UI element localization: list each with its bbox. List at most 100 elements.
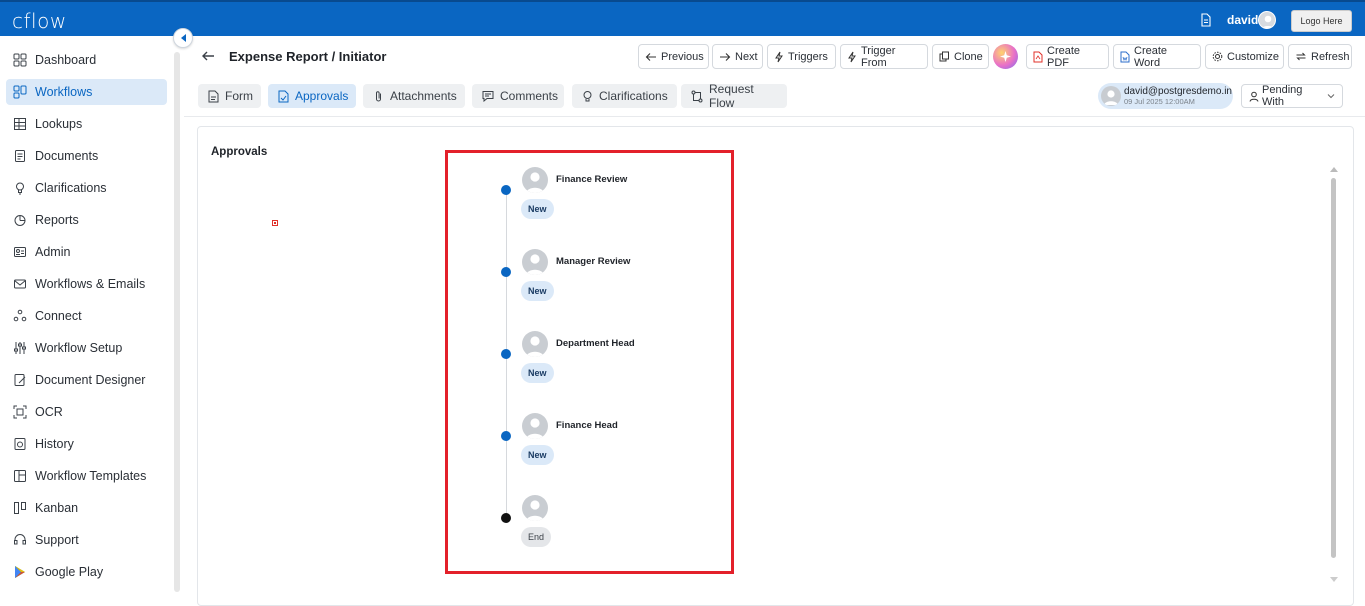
previous-label: Previous (661, 50, 704, 63)
triggers-button[interactable]: Triggers (767, 44, 836, 69)
sidebar-item-history[interactable]: History (6, 431, 167, 457)
create-word-label: Create Word (1134, 44, 1168, 69)
sidebar-item-workflow-templates[interactable]: Workflow Templates (6, 463, 167, 489)
content-panel (197, 126, 1354, 606)
sidebar-item-label: Document Designer (35, 373, 146, 387)
scroll-up-arrow-icon[interactable] (1330, 166, 1338, 172)
sidebar-scrollbar[interactable] (174, 52, 180, 592)
sidebar-item-workflow-setup[interactable]: Workflow Setup (6, 335, 167, 361)
user-name[interactable]: david (1227, 13, 1258, 27)
highlight-box (445, 150, 734, 574)
sidebar-item-label: Documents (35, 149, 99, 163)
person-icon (1249, 91, 1259, 102)
gear-icon (1212, 51, 1223, 62)
assignee-email: david@postgresdemo.in (1124, 86, 1232, 97)
tab-label: Attachments (390, 89, 457, 103)
lightning-icon (774, 51, 784, 63)
sidebar-item-label: Lookups (35, 117, 83, 131)
clone-button[interactable]: Clone (932, 44, 989, 69)
tab-approvals[interactable]: Approvals (268, 84, 356, 108)
sidebar-item-documents[interactable]: Documents (6, 143, 167, 169)
sidebar-item-ocr[interactable]: OCR (6, 399, 167, 425)
ai-assistant-icon[interactable] (993, 44, 1018, 69)
pending-with-dropdown[interactable]: Pending With (1241, 84, 1343, 108)
broken-image-icon (272, 220, 278, 226)
refresh-button[interactable]: Refresh (1288, 44, 1352, 69)
sidebar-item-document-designer[interactable]: Document Designer (6, 367, 167, 393)
logo-here-button[interactable]: Logo Here (1291, 10, 1352, 32)
app-logo[interactable]: cflow (12, 9, 67, 33)
form-icon (208, 90, 219, 103)
word-icon (1120, 51, 1130, 63)
templates-icon (12, 468, 28, 484)
trigger-from-label: Trigger From (861, 44, 896, 69)
trigger-from-button[interactable]: Trigger From (840, 44, 928, 69)
sidebar-collapse-button[interactable] (173, 28, 193, 48)
sidebar-item-admin[interactable]: Admin (6, 239, 167, 265)
bulb-icon (12, 180, 28, 196)
tab-label: Request Flow (709, 82, 754, 110)
connect-icon (12, 308, 28, 324)
sidebar-item-google-play[interactable]: Google Play (6, 559, 167, 585)
history-icon (12, 436, 28, 452)
sidebar-item-lookups[interactable]: Lookups (6, 111, 167, 137)
sidebar-item-support[interactable]: Support (6, 527, 167, 553)
next-button[interactable]: Next (712, 44, 763, 69)
sidebar-item-label: Support (35, 533, 79, 547)
sliders-icon (12, 340, 28, 356)
tab-label: Clarifications (599, 89, 668, 103)
google-play-icon (12, 564, 28, 580)
back-arrow-icon[interactable] (200, 48, 216, 64)
page-title: Expense Report / Initiator (229, 49, 387, 64)
sidebar-item-reports[interactable]: Reports (6, 207, 167, 233)
sidebar-item-connect[interactable]: Connect (6, 303, 167, 329)
comment-icon (482, 90, 494, 102)
headset-icon (12, 532, 28, 548)
sidebar-item-dashboard[interactable]: Dashboard (6, 47, 167, 73)
sidebar-item-kanban[interactable]: Kanban (6, 495, 167, 521)
paperclip-icon (373, 90, 384, 103)
customize-label: Customize (1227, 50, 1279, 63)
sidebar-item-label: Clarifications (35, 181, 107, 195)
customize-button[interactable]: Customize (1205, 44, 1284, 69)
assignee-pill[interactable]: david@postgresdemo.in 09 Jul 2025 12:00A… (1098, 83, 1233, 109)
pie-chart-icon (12, 212, 28, 228)
sidebar-item-label: Dashboard (35, 53, 97, 67)
tab-comments[interactable]: Comments (472, 84, 564, 108)
sidebar-item-label: Google Play (35, 565, 104, 579)
sidebar-item-workflows[interactable]: Workflows (6, 79, 167, 105)
dashboard-icon (12, 52, 28, 68)
sidebar-item-workflows-emails[interactable]: Workflows & Emails (6, 271, 167, 297)
sidebar-item-label: Workflow Templates (35, 469, 147, 483)
arrow-right-icon (719, 52, 731, 62)
content-scrollbar[interactable] (1331, 178, 1336, 558)
lightning-icon (847, 51, 857, 63)
tab-label: Approvals (295, 89, 349, 103)
sidebar-item-clarifications[interactable]: Clarifications (6, 175, 167, 201)
admin-icon (12, 244, 28, 260)
document-icon[interactable] (1200, 13, 1212, 27)
chevron-down-icon (1327, 93, 1335, 99)
tab-form[interactable]: Form (198, 84, 261, 108)
next-label: Next (735, 50, 758, 63)
designer-icon (12, 372, 28, 388)
scroll-down-arrow-icon[interactable] (1330, 577, 1338, 583)
top-bar: cflow david Logo Here (0, 0, 1365, 36)
tab-clarifications[interactable]: Clarifications (572, 84, 677, 108)
refresh-icon (1295, 51, 1307, 62)
tabs-divider (184, 116, 1365, 117)
sidebar-item-label: Reports (35, 213, 79, 227)
tab-request-flow[interactable]: Request Flow (681, 82, 787, 110)
sidebar-item-label: OCR (35, 405, 63, 419)
create-pdf-button[interactable]: Create PDF (1026, 44, 1109, 69)
approvals-heading: Approvals (211, 146, 268, 158)
previous-button[interactable]: Previous (638, 44, 709, 69)
arrow-left-icon (645, 52, 657, 62)
approvals-icon (278, 90, 289, 103)
clarification-icon (582, 90, 593, 103)
assignee-date: 09 Jul 2025 12:00AM (1124, 97, 1195, 106)
user-avatar[interactable] (1258, 11, 1276, 29)
sidebar-item-label: Connect (35, 309, 82, 323)
tab-attachments[interactable]: Attachments (363, 84, 465, 108)
create-word-button[interactable]: Create Word (1113, 44, 1201, 69)
